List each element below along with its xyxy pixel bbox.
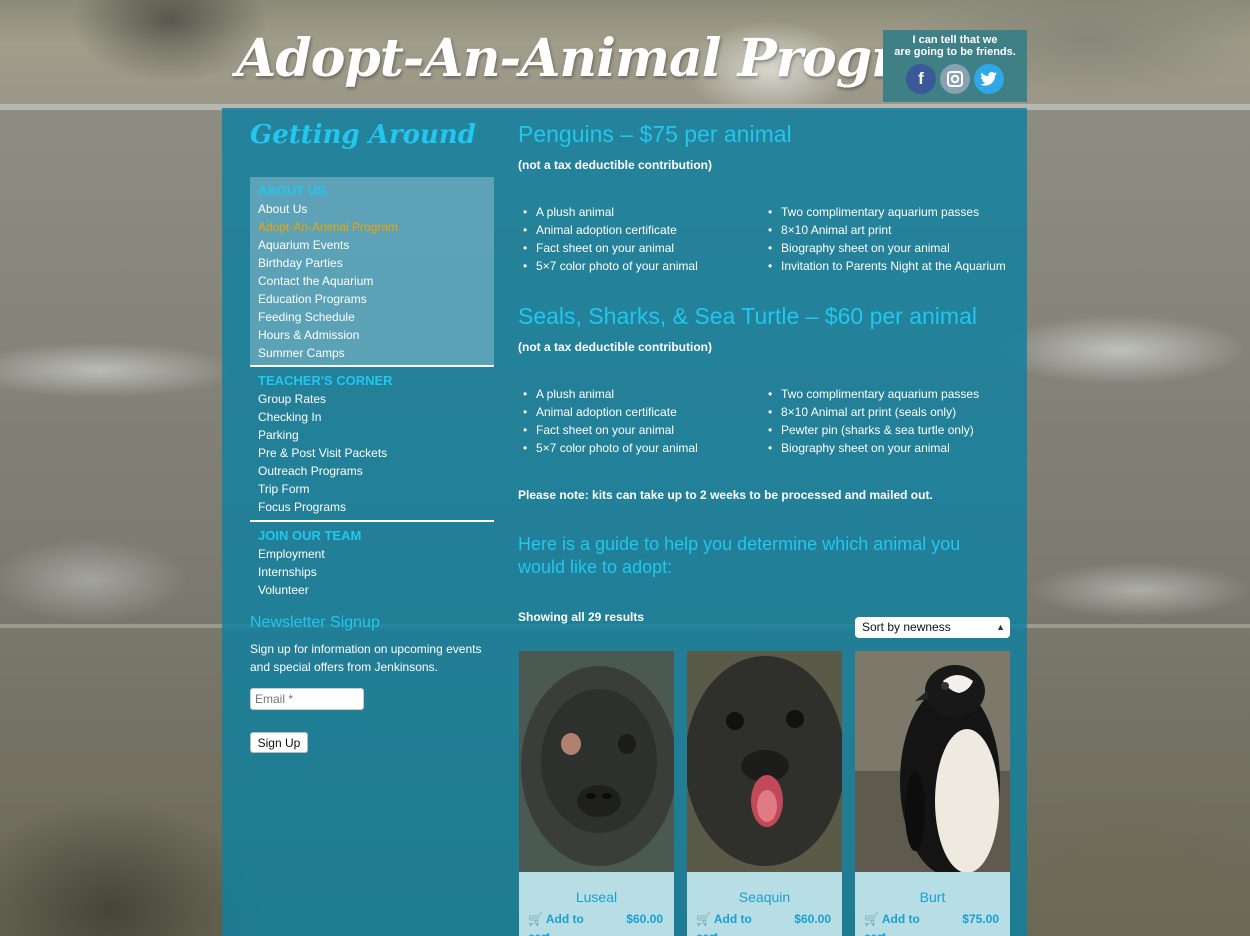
social-box: I can tell that we are going to be frien… xyxy=(883,30,1027,102)
menu-item-adopt-an-animal[interactable]: Adopt-An-Animal Program xyxy=(250,218,494,236)
product-card-body: Seaquin 🛒 Add to $60.00 cart xyxy=(687,872,842,936)
add-to-cart-label-line2[interactable]: cart xyxy=(864,930,886,936)
product-price: $60.00 xyxy=(626,912,663,926)
menu-item-aquarium-events[interactable]: Aquarium Events xyxy=(250,236,494,254)
menu-item-outreach[interactable]: Outreach Programs xyxy=(250,462,494,480)
list-item: 8×10 Animal art print xyxy=(765,221,1006,239)
product-name[interactable]: Burt xyxy=(855,889,1010,905)
menu-item-education[interactable]: Education Programs xyxy=(250,290,494,308)
social-text-line1: I can tell that we xyxy=(912,34,998,46)
menu-item-group-rates[interactable]: Group Rates xyxy=(250,390,494,408)
sort-select-value: Sort by newness xyxy=(862,620,951,634)
product-name[interactable]: Luseal xyxy=(519,889,674,905)
menu-item-checking-in[interactable]: Checking In xyxy=(250,408,494,426)
menu-head-team[interactable]: JOIN OUR TEAM xyxy=(250,527,494,545)
kits-note: Please note: kits can take up to 2 weeks… xyxy=(518,488,933,502)
penguins-benefits-right: Two complimentary aquarium passes 8×10 A… xyxy=(765,203,1006,275)
newsletter-text: Sign up for information on upcoming even… xyxy=(250,642,482,674)
add-to-cart-label: Add to xyxy=(713,912,752,926)
list-item: Biography sheet on your animal xyxy=(765,439,979,457)
penguins-heading: Penguins – $75 per animal xyxy=(518,121,792,147)
seals-note: (not a tax deductible contribution) xyxy=(518,340,712,354)
product-card-body: Luseal 🛒 Add to $60.00 cart xyxy=(519,872,674,936)
twitter-icon[interactable] xyxy=(974,64,1004,94)
menu-item-birthday-parties[interactable]: Birthday Parties xyxy=(250,254,494,272)
product-price: $75.00 xyxy=(962,912,999,926)
menu-item-employment[interactable]: Employment xyxy=(250,545,494,563)
seals-heading: Seals, Sharks, & Sea Turtle – $60 per an… xyxy=(518,303,977,329)
product-name[interactable]: Seaquin xyxy=(687,889,842,905)
list-item: Pewter pin (sharks & sea turtle only) xyxy=(765,421,979,439)
menu-divider xyxy=(250,520,494,522)
social-text-line2: are going to be friends. xyxy=(894,46,1016,58)
penguins-note: (not a tax deductible contribution) xyxy=(518,158,712,172)
list-item: Invitation to Parents Night at the Aquar… xyxy=(765,257,1006,275)
sign-up-button[interactable]: Sign Up xyxy=(250,732,308,753)
product-price: $60.00 xyxy=(794,912,831,926)
list-item: A plush animal xyxy=(520,385,698,403)
list-item: Animal adoption certificate xyxy=(520,403,698,421)
social-icons: f xyxy=(883,64,1027,94)
select-arrows-icon: ▲ xyxy=(996,622,1005,632)
menu-head-about[interactable]: ABOUT US xyxy=(250,182,494,200)
cart-icon: 🛒 xyxy=(528,912,543,926)
menu-item-parking[interactable]: Parking xyxy=(250,426,494,444)
add-to-cart-label: Add to xyxy=(881,912,920,926)
list-item: 5×7 color photo of your animal xyxy=(520,257,698,275)
seals-benefits-right: Two complimentary aquarium passes 8×10 A… xyxy=(765,385,979,457)
product-card[interactable]: Burt 🛒 Add to $75.00 cart xyxy=(855,651,1010,936)
product-card-body: Burt 🛒 Add to $75.00 cart xyxy=(855,872,1010,936)
cart-icon: 🛒 xyxy=(696,912,711,926)
list-item: Animal adoption certificate xyxy=(520,221,698,239)
email-field[interactable] xyxy=(250,688,364,710)
menu-item-trip-form[interactable]: Trip Form xyxy=(250,480,494,498)
product-image-seal[interactable] xyxy=(687,651,842,872)
menu-item-summer-camps[interactable]: Summer Camps xyxy=(250,344,494,362)
menu-item-visit-packets[interactable]: Pre & Post Visit Packets xyxy=(250,444,494,462)
menu-item-feeding[interactable]: Feeding Schedule xyxy=(250,308,494,326)
menu-item-hours[interactable]: Hours & Admission xyxy=(250,326,494,344)
seals-benefits-left: A plush animal Animal adoption certifica… xyxy=(520,385,698,457)
menu-head-teacher[interactable]: TEACHER'S CORNER xyxy=(250,372,494,390)
site-title[interactable]: Adopt-An-Animal Program xyxy=(236,28,985,89)
about-menu: ABOUT US About Us Adopt-An-Animal Progra… xyxy=(250,182,494,362)
instagram-icon[interactable] xyxy=(940,64,970,94)
product-image-seal[interactable] xyxy=(519,651,674,872)
product-card[interactable]: Seaquin 🛒 Add to $60.00 cart xyxy=(687,651,842,936)
sidebar-title: Getting Around xyxy=(250,120,476,150)
product-card[interactable]: Luseal 🛒 Add to $60.00 cart xyxy=(519,651,674,936)
list-item: Two complimentary aquarium passes xyxy=(765,385,979,403)
add-to-cart-button[interactable]: 🛒 Add to xyxy=(528,912,584,926)
list-item: 5×7 color photo of your animal xyxy=(520,439,698,457)
menu-item-about-us[interactable]: About Us xyxy=(250,200,494,218)
add-to-cart-button[interactable]: 🛒 Add to xyxy=(864,912,920,926)
list-item: Two complimentary aquarium passes xyxy=(765,203,1006,221)
add-to-cart-label-line2[interactable]: cart xyxy=(696,930,718,936)
team-menu: JOIN OUR TEAM Employment Internships Vol… xyxy=(250,527,494,599)
add-to-cart-button[interactable]: 🛒 Add to xyxy=(696,912,752,926)
guide-heading: Here is a guide to help you determine wh… xyxy=(518,534,961,577)
add-to-cart-label: Add to xyxy=(545,912,584,926)
list-item: Fact sheet on your animal xyxy=(520,239,698,257)
results-count: Showing all 29 results xyxy=(518,610,645,624)
menu-item-contact[interactable]: Contact the Aquarium xyxy=(250,272,494,290)
list-item: 8×10 Animal art print (seals only) xyxy=(765,403,979,421)
penguins-benefits-left: A plush animal Animal adoption certifica… xyxy=(520,203,698,275)
newsletter-title: Newsletter Signup xyxy=(250,614,380,631)
menu-item-internships[interactable]: Internships xyxy=(250,563,494,581)
list-item: A plush animal xyxy=(520,203,698,221)
list-item: Fact sheet on your animal xyxy=(520,421,698,439)
sort-select[interactable]: Sort by newness ▲ xyxy=(855,617,1010,638)
cart-icon: 🛒 xyxy=(864,912,879,926)
teacher-menu: TEACHER'S CORNER Group Rates Checking In… xyxy=(250,372,494,516)
product-image-penguin[interactable] xyxy=(855,651,1010,872)
facebook-icon[interactable]: f xyxy=(906,64,936,94)
menu-item-volunteer[interactable]: Volunteer xyxy=(250,581,494,599)
menu-item-focus-programs[interactable]: Focus Programs xyxy=(250,498,494,516)
add-to-cart-label-line2[interactable]: cart xyxy=(528,930,550,936)
list-item: Biography sheet on your animal xyxy=(765,239,1006,257)
